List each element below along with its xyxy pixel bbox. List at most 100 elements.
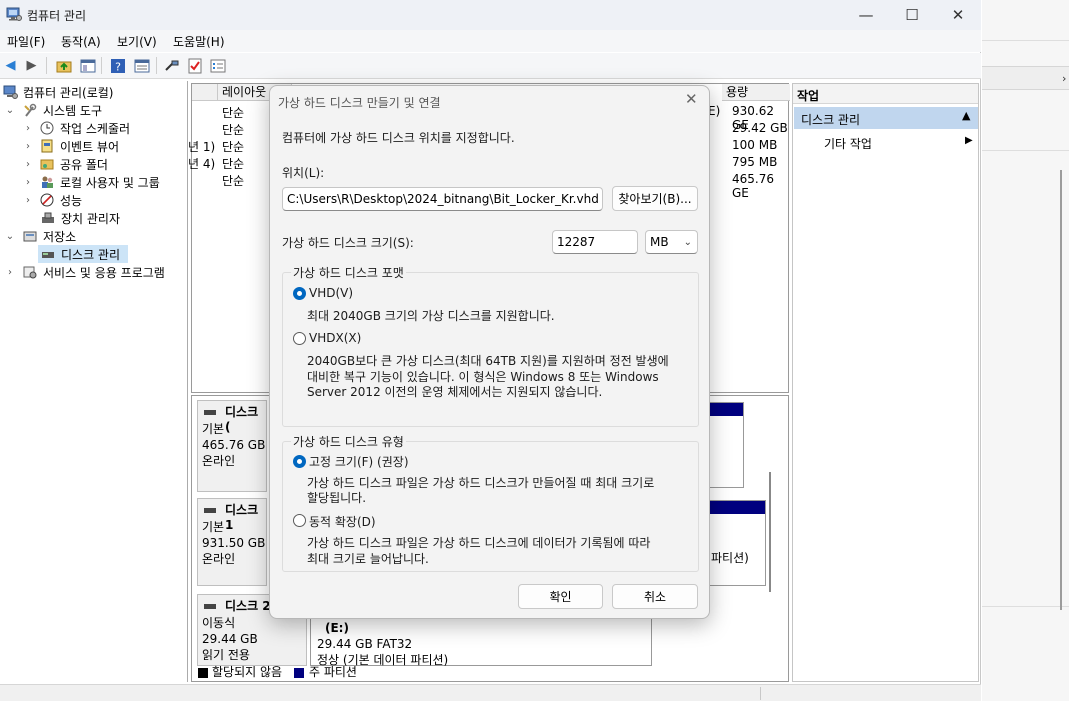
performance-icon [39,193,55,208]
minimize-button[interactable]: — [843,0,889,30]
back-icon[interactable]: ◀ [2,57,19,74]
close-button[interactable]: ✕ [935,0,981,30]
menu-bar: 파일(F) 동작(A) 보기(V) 도움말(H) [0,30,981,52]
browse-button[interactable]: 찾아보기(B)... [612,186,698,211]
actions-pane: 작업 디스크 관리 ▲ 기타 작업 ▶ [792,83,979,682]
list-cell-capacity[interactable]: 29.42 GB [732,121,788,135]
cancel-button[interactable]: 취소 [612,584,698,609]
fixed-size-radio[interactable] [293,455,306,468]
show-hide-tree-icon[interactable] [79,57,96,74]
menu-view[interactable]: 보기(V) [117,33,157,50]
action-more[interactable]: 기타 작업 [824,135,872,152]
vhd-radio[interactable] [293,287,306,300]
clock-icon [39,121,55,136]
dynamic-radio[interactable] [293,514,306,527]
collapse-icon[interactable]: ▲ [962,109,970,122]
list-cell-type[interactable]: 단순 [222,121,244,138]
list-cell-type[interactable]: 단순 [222,138,244,155]
size-label: 가상 하드 디스크 크기(S): [282,236,414,250]
vhd-description: 최대 2040GB 크기의 가상 디스크를 지원합니다. [307,309,555,323]
disk-1-label[interactable]: 디스크 1 기본 931.50 GB 온라인 [197,498,267,586]
disk-icon [40,247,56,262]
size-unit-select[interactable]: MB ⌄ [645,230,698,254]
view-icon[interactable] [133,57,150,74]
chevron-right-icon[interactable]: › [22,195,34,206]
list-cell-type[interactable]: 단순 [222,155,244,172]
ok-button[interactable]: 확인 [518,584,603,609]
submenu-arrow-icon: ▶ [965,135,973,146]
tree-node-system-tools[interactable]: ⌄ 시스템 도구 [4,101,102,119]
status-bar [0,684,981,701]
tree-node-disk-management[interactable]: 디스크 관리 [38,245,128,263]
menu-help[interactable]: 도움말(H) [173,33,225,50]
device-manager-icon [40,211,56,226]
list-cell-volume[interactable]: 년 1) [188,138,215,155]
dialog-intro: 컴퓨터에 가상 하드 디스크 위치를 지정합니다. [282,131,515,145]
dialog-title: 가상 하드 디스크 만들기 및 연결 [278,96,441,110]
forward-icon[interactable]: ▶ [23,57,40,74]
chevron-right-icon[interactable]: › [22,123,34,134]
tree-node-task-scheduler[interactable]: › 작업 스케줄러 [22,119,130,137]
computer-icon [2,85,18,100]
svg-text:?: ? [115,60,121,73]
users-icon [39,175,55,190]
vhdx-radio[interactable] [293,332,306,345]
column-header-capacity[interactable]: 용량 [722,84,790,101]
chevron-right-icon[interactable]: › [22,177,34,188]
tree-node-event-viewer[interactable]: › 이벤트 뷰어 [22,137,119,155]
location-label: 위치(L): [282,166,325,180]
fixed-size-label[interactable]: 고정 크기(F) (권장) [309,453,409,470]
shared-folder-icon [39,157,55,172]
partition-block[interactable]: 파티션) [708,500,766,586]
disk-0-label[interactable]: 디스크 ( 기본 465.76 GB 온라인 [197,400,267,492]
disk-icon [204,604,216,609]
chevron-down-icon: ⌄ [683,236,692,248]
legend-unallocated: 할당되지 않음 [212,665,283,679]
list-cell-capacity[interactable]: 465.76 GE [732,172,788,200]
chevron-right-icon: › [1062,72,1067,85]
action-group-disk-management[interactable]: 디스크 관리 ▲ [794,107,978,129]
tools-icon [22,103,38,118]
help-icon[interactable]: ? [109,57,126,74]
column-header[interactable] [192,84,218,101]
connect-icon[interactable] [163,57,180,74]
fixed-size-description-line: 할당됩니다. [307,491,367,505]
menu-action[interactable]: 동작(A) [61,33,101,50]
list-cell-type[interactable]: 단순 [222,172,244,189]
tree-node-computer-management[interactable]: 컴퓨터 관리(로컬) [2,83,113,101]
window-title: 컴퓨터 관리 [27,9,87,23]
chevron-down-icon[interactable]: ⌄ [4,231,16,242]
check-icon[interactable] [186,57,203,74]
list-cell-capacity[interactable]: 100 MB [732,138,777,152]
properties-icon[interactable] [209,57,226,74]
vhdx-label[interactable]: VHDX(X) [309,331,361,345]
menu-file[interactable]: 파일(F) [7,33,45,50]
dynamic-description-line: 가상 하드 디스크 파일은 가상 하드 디스크에 데이터가 기록됨에 따라 [307,536,651,550]
background-window: › [982,0,1069,701]
chevron-right-icon[interactable]: › [22,159,34,170]
chevron-down-icon[interactable]: ⌄ [4,105,16,116]
list-cell-type[interactable]: 단순 [222,104,244,121]
up-folder-icon[interactable] [55,57,72,74]
location-input[interactable]: C:\Users\R\Desktop\2024_bitnang\Bit_Lock… [282,187,603,211]
size-input[interactable]: 12287 [552,230,638,254]
tree-node-storage[interactable]: ⌄ 저장소 [4,227,76,245]
tree-node-performance[interactable]: › 성능 [22,191,82,209]
list-cell-capacity[interactable]: 795 MB [732,155,777,169]
partition-block[interactable] [708,402,744,488]
legend-unallocated-swatch [198,668,208,678]
dynamic-label[interactable]: 동적 확장(D) [309,513,376,530]
tree-node-shared-folders[interactable]: › 공유 폴더 [22,155,108,173]
tree-node-local-users[interactable]: › 로컬 사용자 및 그룹 [22,173,160,191]
tree-node-services[interactable]: › 서비스 및 응용 프로그램 [4,263,165,281]
event-log-icon [39,139,55,154]
chevron-right-icon[interactable]: › [4,267,16,278]
chevron-right-icon[interactable]: › [22,141,34,152]
vhd-label[interactable]: VHD(V) [309,286,353,300]
scrollbar[interactable] [1060,170,1062,610]
maximize-button[interactable]: ☐ [889,0,935,30]
list-cell-volume[interactable]: 년 4) [188,155,215,172]
dialog-close-icon[interactable]: ✕ [685,90,698,108]
scrollbar[interactable] [766,402,774,672]
tree-node-device-manager[interactable]: 장치 관리자 [40,209,120,227]
